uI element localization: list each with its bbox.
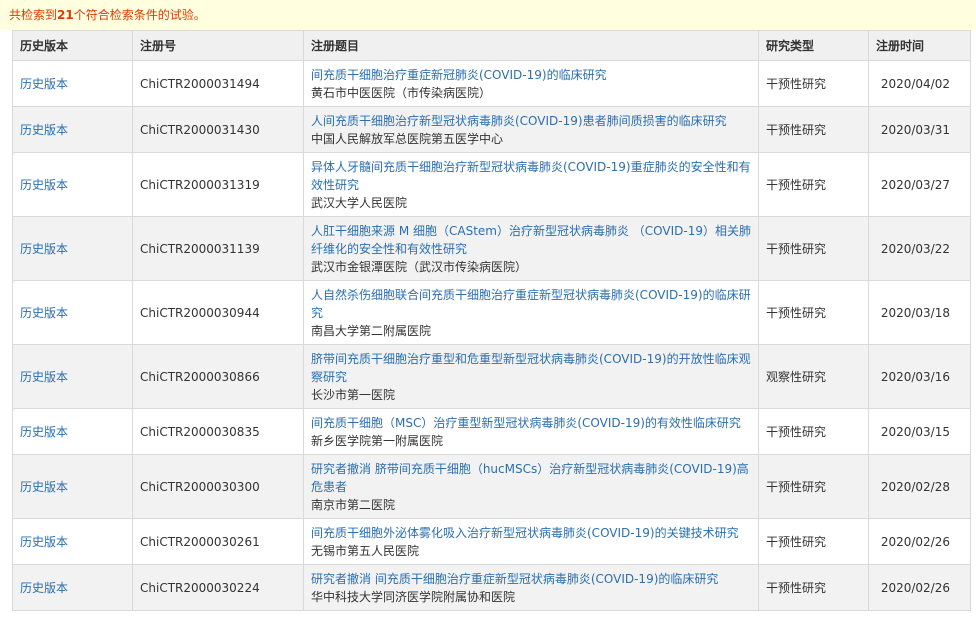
institution-name: 武汉大学人民医院	[311, 195, 408, 210]
study-type: 干预性研究	[758, 60, 869, 107]
registration-number: ChiCTR2000030224	[132, 564, 304, 611]
study-type: 干预性研究	[758, 106, 869, 153]
trial-title-link[interactable]: 研究者撤消 间充质干细胞治疗重症新型冠状病毒肺炎(COVID-19)的临床研究	[311, 570, 751, 588]
header-title: 注册题目	[303, 30, 759, 61]
table-row: 历史版本 ChiCTR2000031139 人肛干细胞来源 M 细胞（CAStem）…	[12, 216, 971, 281]
registration-date: 2020/02/26	[868, 518, 971, 565]
registration-number: ChiCTR2000030261	[132, 518, 304, 565]
notice-prefix: 共检索到	[9, 8, 58, 22]
institution-name: 中国人民解放军总医院第五医学中心	[311, 131, 504, 146]
registration-number: ChiCTR2000030944	[132, 280, 304, 345]
trial-results-table: 历史版本 注册号 注册题目 研究类型 注册时间 历史版本 ChiCTR200003…	[12, 30, 971, 611]
institution-name: 华中科技大学同济医学院附属协和医院	[311, 589, 516, 604]
history-version-link[interactable]: 历史版本	[20, 581, 68, 595]
registration-number: ChiCTR2000031319	[132, 152, 304, 217]
history-version-link[interactable]: 历史版本	[20, 123, 68, 137]
table-row: 历史版本 ChiCTR2000030835 间充质干细胞（MSC）治疗重型新型冠状病…	[12, 408, 971, 455]
registration-date: 2020/03/15	[868, 408, 971, 455]
study-type: 干预性研究	[758, 216, 869, 281]
trial-title-link[interactable]: 脐带间充质干细胞治疗重型和危重型新型冠状病毒肺炎(COVID-19)的开放性临床…	[311, 350, 751, 386]
institution-name: 南昌大学第二附属医院	[311, 323, 432, 338]
registration-number: ChiCTR2000031139	[132, 216, 304, 281]
institution-name: 南京市第二医院	[311, 497, 396, 512]
table-header-row: 历史版本 注册号 注册题目 研究类型 注册时间	[12, 30, 971, 61]
history-version-link[interactable]: 历史版本	[20, 425, 68, 439]
registration-date: 2020/03/31	[868, 106, 971, 153]
study-type: 干预性研究	[758, 454, 869, 519]
history-version-link[interactable]: 历史版本	[20, 242, 68, 256]
institution-name: 无锡市第五人民医院	[311, 543, 420, 558]
history-version-link[interactable]: 历史版本	[20, 178, 68, 192]
registration-date: 2020/04/02	[868, 60, 971, 107]
header-registration-number: 注册号	[132, 30, 304, 61]
registration-date: 2020/02/26	[868, 564, 971, 611]
table-row: 历史版本 ChiCTR2000030866 脐带间充质干细胞治疗重型和危重型新型冠状…	[12, 344, 971, 409]
study-type: 干预性研究	[758, 518, 869, 565]
study-type: 干预性研究	[758, 152, 869, 217]
institution-name: 新乡医学院第一附属医院	[311, 433, 444, 448]
registration-number: ChiCTR2000031494	[132, 60, 304, 107]
table-row: 历史版本 ChiCTR2000030300 研究者撤消 脐带间充质干细胞（hucMS…	[12, 454, 971, 519]
search-result-notice: 共检索到21个符合检索条件的试验。	[0, 0, 976, 30]
registration-number: ChiCTR2000031430	[132, 106, 304, 153]
history-version-link[interactable]: 历史版本	[20, 535, 68, 549]
table-row: 历史版本 ChiCTR2000031494 间充质干细胞治疗重症新冠肺炎(COVID…	[12, 60, 971, 107]
table-row: 历史版本 ChiCTR2000031319 异体人牙髓间充质干细胞治疗新型冠状病毒肺…	[12, 152, 971, 217]
trial-title-link[interactable]: 间充质干细胞（MSC）治疗重型新型冠状病毒肺炎(COVID-19)的有效性临床研…	[311, 414, 751, 432]
registration-number: ChiCTR2000030300	[132, 454, 304, 519]
result-count: 21	[57, 8, 74, 22]
table-row: 历史版本 ChiCTR2000030261 间充质干细胞外泌体雾化吸入治疗新型冠状病…	[12, 518, 971, 565]
table-row: 历史版本 ChiCTR2000030944 人自然杀伤细胞联合间充质干细胞治疗重症新…	[12, 280, 971, 345]
trial-title-link[interactable]: 研究者撤消 脐带间充质干细胞（hucMSCs）治疗新型冠状病毒肺炎(COVID-…	[311, 460, 751, 496]
registration-date: 2020/03/27	[868, 152, 971, 217]
trial-title-link[interactable]: 间充质干细胞外泌体雾化吸入治疗新型冠状病毒肺炎(COVID-19)的关键技术研究	[311, 524, 751, 542]
registration-date: 2020/03/18	[868, 280, 971, 345]
history-version-link[interactable]: 历史版本	[20, 370, 68, 384]
institution-name: 武汉市金银潭医院（武汉市传染病医院）	[311, 259, 528, 274]
registration-number: ChiCTR2000030835	[132, 408, 304, 455]
registration-number: ChiCTR2000030866	[132, 344, 304, 409]
trial-title-link[interactable]: 人自然杀伤细胞联合间充质干细胞治疗重症新型冠状病毒肺炎(COVID-19)的临床…	[311, 286, 751, 322]
trial-title-link[interactable]: 人肛干细胞来源 M 细胞（CAStem）治疗新型冠状病毒肺炎 （COVID-19…	[311, 222, 751, 258]
trial-title-link[interactable]: 间充质干细胞治疗重症新冠肺炎(COVID-19)的临床研究	[311, 66, 751, 84]
trial-title-link[interactable]: 人间充质干细胞治疗新型冠状病毒肺炎(COVID-19)患者肺间质损害的临床研究	[311, 112, 751, 130]
registration-date: 2020/03/22	[868, 216, 971, 281]
institution-name: 长沙市第一医院	[311, 387, 396, 402]
notice-suffix: 个符合检索条件的试验。	[73, 8, 206, 22]
header-study-type: 研究类型	[758, 30, 869, 61]
study-type: 观察性研究	[758, 344, 869, 409]
institution-name: 黄石市中医医院（市传染病医院）	[311, 85, 492, 100]
table-row: 历史版本 ChiCTR2000030224 研究者撤消 间充质干细胞治疗重症新型冠状…	[12, 564, 971, 611]
history-version-link[interactable]: 历史版本	[20, 306, 68, 320]
header-history: 历史版本	[12, 30, 133, 61]
trial-title-link[interactable]: 异体人牙髓间充质干细胞治疗新型冠状病毒肺炎(COVID-19)重症肺炎的安全性和…	[311, 158, 751, 194]
history-version-link[interactable]: 历史版本	[20, 480, 68, 494]
study-type: 干预性研究	[758, 408, 869, 455]
table-row: 历史版本 ChiCTR2000031430 人间充质干细胞治疗新型冠状病毒肺炎(CO…	[12, 106, 971, 153]
study-type: 干预性研究	[758, 564, 869, 611]
history-version-link[interactable]: 历史版本	[20, 77, 68, 91]
study-type: 干预性研究	[758, 280, 869, 345]
registration-date: 2020/03/16	[868, 344, 971, 409]
registration-date: 2020/02/28	[868, 454, 971, 519]
header-registration-date: 注册时间	[868, 30, 971, 61]
